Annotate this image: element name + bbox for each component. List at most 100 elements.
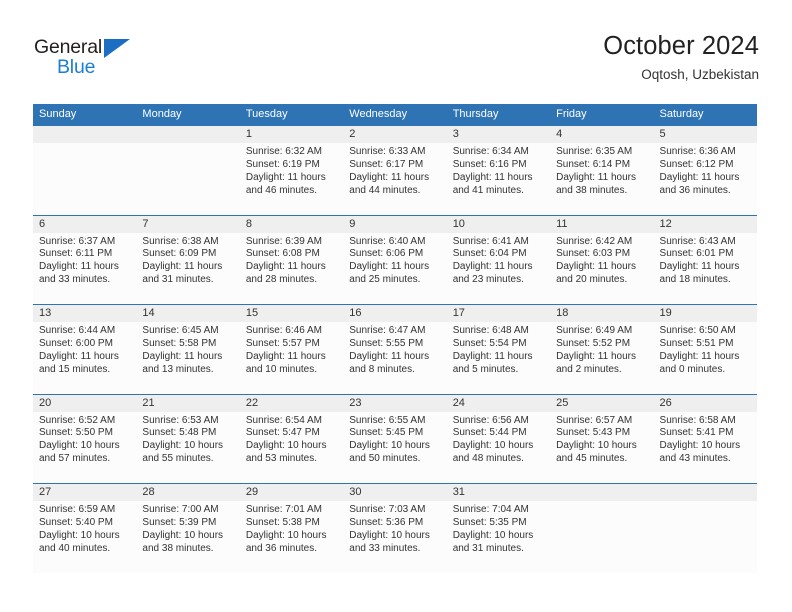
- daylight-text-line2: and 18 minutes.: [659, 274, 731, 286]
- day-cell[interactable]: 11 Sunrise: 6:42 AM Sunset: 6:03 PM Dayl…: [550, 215, 654, 304]
- sunrise-text: Sunrise: 6:54 AM: [245, 414, 322, 426]
- day-cell[interactable]: 5 Sunrise: 6:36 AM Sunset: 6:12 PM Dayli…: [653, 126, 757, 215]
- day-cell[interactable]: 24 Sunrise: 6:56 AM Sunset: 5:44 PM Dayl…: [446, 394, 551, 483]
- day-cell[interactable]: 19 Sunrise: 6:50 AM Sunset: 5:51 PM Dayl…: [653, 305, 757, 394]
- day-details: Sunrise: 7:03 AM Sunset: 5:36 PM Dayligh…: [343, 501, 446, 556]
- day-number: 3: [446, 126, 551, 143]
- daylight-text-line2: and 38 minutes.: [556, 184, 628, 196]
- day-cell[interactable]: 28 Sunrise: 7:00 AM Sunset: 5:39 PM Dayl…: [136, 484, 240, 573]
- sunset-text: Sunset: 5:54 PM: [452, 337, 527, 349]
- calendar-page: General Blue October 2024 Oqtosh, Uzbeki…: [0, 0, 792, 612]
- sunrise-text: Sunrise: 7:01 AM: [245, 504, 322, 515]
- sunset-text: Sunset: 6:11 PM: [39, 248, 113, 260]
- day-cell[interactable]: [33, 126, 137, 215]
- day-details: Sunrise: 6:34 AM Sunset: 6:16 PM Dayligh…: [447, 143, 550, 198]
- daylight-text-line1: Daylight: 11 hours: [659, 171, 740, 183]
- day-details: Sunrise: 6:46 AM Sunset: 5:57 PM Dayligh…: [240, 322, 343, 377]
- daylight-text-line2: and 48 minutes.: [452, 453, 524, 465]
- day-details: Sunrise: 6:49 AM Sunset: 5:52 PM Dayligh…: [550, 322, 653, 377]
- day-cell[interactable]: 23 Sunrise: 6:55 AM Sunset: 5:45 PM Dayl…: [343, 394, 447, 483]
- sunset-text: Sunset: 5:48 PM: [142, 427, 217, 439]
- day-details: Sunrise: 6:32 AM Sunset: 6:19 PM Dayligh…: [240, 143, 343, 198]
- day-cell[interactable]: 13 Sunrise: 6:44 AM Sunset: 6:00 PM Dayl…: [33, 305, 137, 394]
- generalblue-logo: General Blue: [34, 36, 164, 84]
- day-number: 20: [33, 394, 137, 412]
- sunset-text: Sunset: 5:47 PM: [245, 427, 320, 439]
- sunset-text: Sunset: 6:00 PM: [39, 337, 113, 349]
- day-details: Sunrise: 7:04 AM Sunset: 5:35 PM Dayligh…: [447, 501, 550, 556]
- sunset-text: Sunset: 6:14 PM: [556, 158, 631, 170]
- day-cell[interactable]: 6 Sunrise: 6:37 AM Sunset: 6:11 PM Dayli…: [33, 215, 137, 304]
- day-cell[interactable]: [550, 484, 654, 573]
- day-cell[interactable]: 12 Sunrise: 6:43 AM Sunset: 6:01 PM Dayl…: [653, 215, 757, 304]
- day-details: Sunrise: 6:35 AM Sunset: 6:14 PM Dayligh…: [550, 143, 653, 198]
- day-cell[interactable]: 16 Sunrise: 6:47 AM Sunset: 5:55 PM Dayl…: [343, 305, 447, 394]
- daylight-text-line2: and 33 minutes.: [349, 542, 421, 554]
- day-cell[interactable]: 7 Sunrise: 6:38 AM Sunset: 6:09 PM Dayli…: [136, 215, 240, 304]
- day-cell[interactable]: 15 Sunrise: 6:46 AM Sunset: 5:57 PM Dayl…: [239, 305, 344, 394]
- day-cell[interactable]: 18 Sunrise: 6:49 AM Sunset: 5:52 PM Dayl…: [550, 305, 654, 394]
- day-cell[interactable]: 27 Sunrise: 6:59 AM Sunset: 5:40 PM Dayl…: [33, 484, 137, 573]
- week-row: 20 Sunrise: 6:52 AM Sunset: 5:50 PM Dayl…: [33, 393, 757, 483]
- day-cell[interactable]: 30 Sunrise: 7:03 AM Sunset: 5:36 PM Dayl…: [343, 484, 447, 573]
- sunset-text: Sunset: 6:16 PM: [452, 158, 527, 170]
- day-cell[interactable]: 26 Sunrise: 6:58 AM Sunset: 5:41 PM Dayl…: [653, 394, 757, 483]
- day-number: 15: [239, 305, 344, 322]
- day-number: 19: [653, 305, 757, 322]
- weekday-header-friday: Friday: [556, 108, 587, 120]
- day-number: [33, 126, 137, 143]
- day-cell[interactable]: 8 Sunrise: 6:39 AM Sunset: 6:08 PM Dayli…: [239, 215, 344, 304]
- daylight-text-line2: and 53 minutes.: [245, 453, 318, 465]
- day-number: 18: [550, 305, 654, 322]
- day-details: Sunrise: 6:39 AM Sunset: 6:08 PM Dayligh…: [240, 233, 343, 288]
- page-subtitle-location: Oqtosh, Uzbekistan: [641, 67, 759, 82]
- day-details: Sunrise: 6:44 AM Sunset: 6:00 PM Dayligh…: [33, 322, 136, 377]
- day-number: 24: [446, 394, 551, 412]
- day-cell[interactable]: 20 Sunrise: 6:52 AM Sunset: 5:50 PM Dayl…: [33, 394, 137, 483]
- daylight-text-line2: and 5 minutes.: [452, 363, 519, 375]
- day-cell[interactable]: 21 Sunrise: 6:53 AM Sunset: 5:48 PM Dayl…: [136, 394, 240, 483]
- day-cell[interactable]: 10 Sunrise: 6:41 AM Sunset: 6:04 PM Dayl…: [446, 215, 551, 304]
- sunset-text: Sunset: 5:40 PM: [39, 516, 113, 528]
- day-number: 11: [550, 215, 654, 233]
- day-cell[interactable]: 2 Sunrise: 6:33 AM Sunset: 6:17 PM Dayli…: [343, 126, 447, 215]
- sunset-text: Sunset: 5:44 PM: [452, 427, 527, 439]
- daylight-text-line1: Daylight: 10 hours: [349, 529, 430, 541]
- day-details: Sunrise: 6:55 AM Sunset: 5:45 PM Dayligh…: [343, 412, 446, 467]
- day-number: 8: [239, 215, 344, 233]
- day-cell[interactable]: 17 Sunrise: 6:48 AM Sunset: 5:54 PM Dayl…: [446, 305, 551, 394]
- day-number: 10: [446, 215, 551, 233]
- sunset-text: Sunset: 6:03 PM: [556, 248, 631, 260]
- day-cell[interactable]: 1 Sunrise: 6:32 AM Sunset: 6:19 PM Dayli…: [239, 126, 344, 215]
- day-cell[interactable]: 14 Sunrise: 6:45 AM Sunset: 5:58 PM Dayl…: [136, 305, 240, 394]
- daylight-text-line1: Daylight: 11 hours: [659, 261, 740, 273]
- day-details: Sunrise: 6:47 AM Sunset: 5:55 PM Dayligh…: [343, 322, 446, 377]
- calendar-grid: Sunday Monday Tuesday Wednesday Thursday…: [33, 104, 757, 573]
- daylight-text-line2: and 55 minutes.: [142, 453, 214, 465]
- day-details: Sunrise: 6:53 AM Sunset: 5:48 PM Dayligh…: [136, 412, 239, 467]
- daylight-text-line2: and 43 minutes.: [659, 453, 731, 465]
- sunrise-text: Sunrise: 6:37 AM: [39, 235, 116, 247]
- day-cell[interactable]: 31 Sunrise: 7:04 AM Sunset: 5:35 PM Dayl…: [446, 484, 551, 573]
- daylight-text-line1: Daylight: 10 hours: [556, 440, 637, 452]
- day-cell[interactable]: 22 Sunrise: 6:54 AM Sunset: 5:47 PM Dayl…: [239, 394, 344, 483]
- day-cell[interactable]: 25 Sunrise: 6:57 AM Sunset: 5:43 PM Dayl…: [550, 394, 654, 483]
- day-cell[interactable]: 29 Sunrise: 7:01 AM Sunset: 5:38 PM Dayl…: [239, 484, 344, 573]
- sunset-text: Sunset: 5:55 PM: [349, 337, 424, 349]
- day-number: 14: [136, 305, 240, 322]
- day-number: 4: [550, 126, 654, 143]
- sunset-text: Sunset: 6:09 PM: [142, 248, 217, 260]
- daylight-text-line1: Daylight: 10 hours: [39, 440, 120, 452]
- day-details: Sunrise: 6:41 AM Sunset: 6:04 PM Dayligh…: [447, 233, 550, 288]
- day-cell[interactable]: [653, 484, 757, 573]
- day-details: Sunrise: 6:48 AM Sunset: 5:54 PM Dayligh…: [447, 322, 550, 377]
- page-title: October 2024: [603, 32, 759, 60]
- sunset-text: Sunset: 6:19 PM: [245, 158, 320, 170]
- day-cell[interactable]: 9 Sunrise: 6:40 AM Sunset: 6:06 PM Dayli…: [343, 215, 447, 304]
- day-cell[interactable]: 4 Sunrise: 6:35 AM Sunset: 6:14 PM Dayli…: [550, 126, 654, 215]
- day-cell[interactable]: [136, 126, 240, 215]
- weekday-header-thursday: Thursday: [452, 108, 499, 120]
- day-cell[interactable]: 3 Sunrise: 6:34 AM Sunset: 6:16 PM Dayli…: [446, 126, 551, 215]
- daylight-text-line1: Daylight: 11 hours: [349, 350, 430, 362]
- sunrise-text: Sunrise: 6:48 AM: [452, 325, 529, 336]
